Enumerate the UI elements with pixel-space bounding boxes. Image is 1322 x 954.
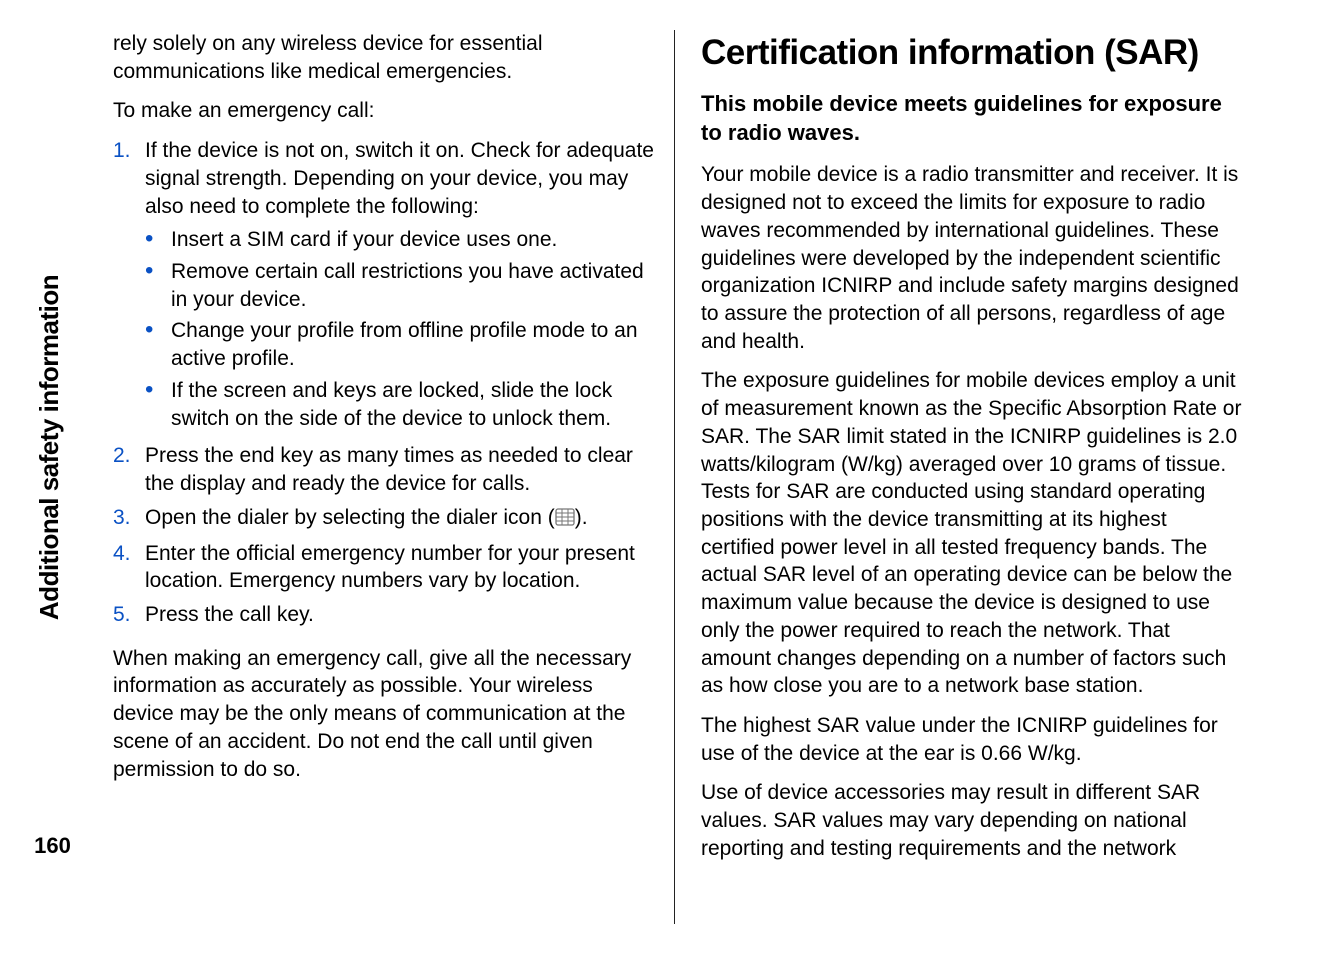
intro-paragraph-2: To make an emergency call:: [113, 97, 656, 125]
step-text-part-a: Open the dialer by selecting the dialer …: [145, 506, 555, 529]
step-body: Enter the official emergency number for …: [145, 540, 656, 595]
step-text: Open the dialer by selecting the dialer …: [145, 504, 656, 534]
right-column: Certification information (SAR) This mob…: [675, 30, 1262, 924]
step-text: Enter the official emergency number for …: [145, 540, 656, 595]
bullet-text: Change your profile from offline profile…: [171, 317, 656, 372]
bullet-item: If the screen and keys are locked, slide…: [145, 377, 656, 432]
page-number: 160: [30, 833, 75, 859]
section-heading: Certification information (SAR): [701, 30, 1244, 76]
step-3: 3. Open the dialer by selecting the dial…: [113, 504, 656, 534]
step-body: Press the call key.: [145, 601, 656, 629]
step-number: 2.: [113, 442, 135, 497]
step-body: If the device is not on, switch it on. C…: [145, 137, 656, 436]
section-subheading: This mobile device meets guidelines for …: [701, 90, 1244, 147]
bullet-text: If the screen and keys are locked, slide…: [171, 377, 656, 432]
step-text: If the device is not on, switch it on. C…: [145, 137, 656, 220]
columns: rely solely on any wireless device for e…: [95, 30, 1262, 924]
step-body: Open the dialer by selecting the dialer …: [145, 504, 656, 534]
bullet-item: Change your profile from offline profile…: [145, 317, 656, 372]
bullet-item: Insert a SIM card if your device uses on…: [145, 226, 656, 254]
document-page: Additional safety information 160 rely s…: [0, 0, 1322, 954]
step-number: 1.: [113, 137, 135, 436]
sar-paragraph-1: Your mobile device is a radio transmitte…: [701, 161, 1244, 355]
left-column: rely solely on any wireless device for e…: [95, 30, 675, 924]
step-number: 4.: [113, 540, 135, 595]
sar-paragraph-2: The exposure guidelines for mobile devic…: [701, 367, 1244, 700]
bullet-text: Remove certain call restrictions you hav…: [171, 258, 656, 313]
outro-paragraph: When making an emergency call, give all …: [113, 645, 656, 784]
step-number: 5.: [113, 601, 135, 629]
step-text-part-b: ).: [575, 506, 588, 529]
step-1-bullets: Insert a SIM card if your device uses on…: [145, 226, 656, 436]
step-body: Press the end key as many times as neede…: [145, 442, 656, 497]
bullet-text: Insert a SIM card if your device uses on…: [171, 226, 656, 254]
step-2: 2. Press the end key as many times as ne…: [113, 442, 656, 497]
step-number: 3.: [113, 504, 135, 534]
side-tab-label: Additional safety information: [35, 274, 66, 619]
step-4: 4. Enter the official emergency number f…: [113, 540, 656, 595]
dialer-keypad-icon: [555, 506, 575, 534]
intro-paragraph-1: rely solely on any wireless device for e…: [113, 30, 656, 85]
emergency-call-steps: 1. If the device is not on, switch it on…: [113, 137, 656, 635]
sar-paragraph-3: The highest SAR value under the ICNIRP g…: [701, 712, 1244, 767]
bullet-item: Remove certain call restrictions you hav…: [145, 258, 656, 313]
step-1: 1. If the device is not on, switch it on…: [113, 137, 656, 436]
side-tab: Additional safety information: [30, 20, 70, 874]
step-text: Press the call key.: [145, 601, 656, 629]
step-text: Press the end key as many times as neede…: [145, 442, 656, 497]
step-5: 5. Press the call key.: [113, 601, 656, 629]
sar-paragraph-4: Use of device accessories may result in …: [701, 779, 1244, 862]
